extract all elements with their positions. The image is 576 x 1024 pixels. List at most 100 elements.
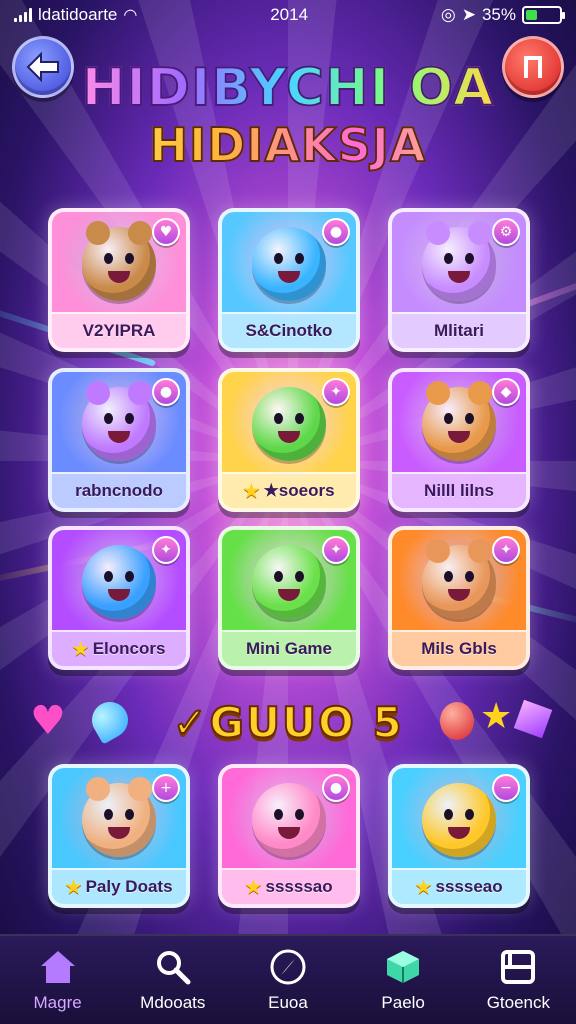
heart-gem-icon: ♥ <box>30 698 66 744</box>
star-icon: ★ <box>72 638 89 659</box>
signal-icon <box>14 8 32 22</box>
star-icon: ★ <box>480 696 513 737</box>
coin-icon: ● <box>322 774 350 802</box>
home-icon <box>36 947 80 987</box>
battery-icon <box>522 6 565 24</box>
character-icon <box>422 381 496 461</box>
purple-gem-icon <box>513 699 553 739</box>
nav-label: Euoa <box>268 993 308 1012</box>
game-card[interactable]: ✦ ★ Eloncors <box>48 526 190 670</box>
game-card[interactable]: − ★ sssseao <box>388 764 530 908</box>
game-title: sssseao <box>435 877 503 896</box>
game-card[interactable]: ⚙ Mlitari <box>388 208 530 352</box>
game-card-label: Mini Game <box>222 630 356 666</box>
game-card[interactable]: ● rabncnodo <box>48 368 190 512</box>
status-bar: ldatidoarte ◠ 2014 ◎ ➤ 35% <box>0 0 576 30</box>
nav-item-box[interactable]: Gtoenck <box>463 947 573 1013</box>
game-title: sssssao <box>265 877 333 896</box>
character-icon <box>422 221 496 301</box>
gear-icon: ⚙ <box>492 218 520 246</box>
game-title: Mils Gbls <box>421 639 497 658</box>
sparkle-icon: ✦ <box>322 378 350 406</box>
game-title: Eloncors <box>92 639 166 658</box>
coin-icon: ● <box>152 378 180 406</box>
character-icon <box>252 387 326 461</box>
game-card-label: Mils Gbls <box>392 630 526 666</box>
star-icon: ★ <box>245 876 262 897</box>
game-title: V2YIPRA <box>82 321 156 340</box>
game-card[interactable]: ✦ Mils Gbls <box>388 526 530 670</box>
wifi-icon: ◠ <box>123 7 138 24</box>
game-card[interactable]: + ★ Paly Doats <box>48 764 190 908</box>
character-icon <box>82 381 156 461</box>
level-title: ✓GUUO 5 <box>171 697 404 748</box>
search-icon <box>151 947 195 987</box>
plus-icon: + <box>152 774 180 802</box>
game-card-label: rabncnodo <box>52 472 186 508</box>
cube-icon <box>381 947 425 987</box>
game-card[interactable]: ✦ ★ ★soeors <box>218 368 360 512</box>
back-button[interactable] <box>12 36 74 98</box>
heart-icon: ♥ <box>152 218 180 246</box>
character-icon <box>422 783 496 857</box>
game-title: Mini Game <box>246 639 332 658</box>
coin-icon: ● <box>322 218 350 246</box>
game-card-label: V2YIPRA <box>52 312 186 348</box>
box-icon <box>496 947 540 987</box>
game-card[interactable]: ● S&Cinotko <box>218 208 360 352</box>
game-card-label: ★ sssssao <box>222 868 356 904</box>
game-card-label: ★ Paly Doats <box>52 868 186 904</box>
bottom-nav: Magre Mdooats Euoa Paelo Gtoenck <box>0 934 576 1024</box>
battery-percent: 35% <box>481 5 516 24</box>
character-icon <box>82 777 156 857</box>
nav-label: Gtoenck <box>486 993 550 1012</box>
level-banner: ♥ ✓GUUO 5 ★ <box>0 692 576 752</box>
carrier-name: ldatidoarte <box>38 5 118 24</box>
game-title-line-2: HIDIAKSJA <box>80 117 496 173</box>
nav-item-home[interactable]: Magre <box>3 947 113 1013</box>
star-icon: ★ <box>243 480 260 501</box>
game-card[interactable]: ♥ V2YIPRA <box>48 208 190 352</box>
sparkle-icon: ✦ <box>152 536 180 564</box>
alarm-icon: ◎ <box>440 5 456 24</box>
music-button[interactable] <box>502 36 564 98</box>
game-title: S&Cinotko <box>245 321 333 340</box>
character-icon <box>82 545 156 619</box>
nav-item-compass[interactable]: Euoa <box>233 947 343 1013</box>
arrow-left-icon <box>26 52 59 82</box>
game-title: Paly Doats <box>85 877 173 896</box>
character-icon <box>422 539 496 619</box>
game-card[interactable]: ◆ Nilll lilns <box>388 368 530 512</box>
music-note-icon <box>524 56 542 78</box>
game-title: Mlitari <box>433 321 485 340</box>
game-title: rabncnodo <box>75 481 163 500</box>
star-icon: ★ <box>65 876 82 897</box>
nav-label: Paelo <box>381 993 425 1012</box>
clock: 2014 <box>270 5 309 24</box>
nav-label: Mdooats <box>140 993 206 1012</box>
location-icon: ➤ <box>461 5 476 24</box>
character-icon <box>82 221 156 301</box>
sparkle-icon: ✦ <box>322 536 350 564</box>
game-title: Nilll lilns <box>424 481 494 500</box>
gem-icon: ◆ <box>492 378 520 406</box>
blue-gem-icon <box>85 695 135 745</box>
game-card-label: Mlitari <box>392 312 526 348</box>
sparkle-icon: ✦ <box>492 536 520 564</box>
game-card-label: ★ ★soeors <box>222 472 356 508</box>
nav-item-cube[interactable]: Paelo <box>348 947 458 1013</box>
character-icon <box>252 227 326 301</box>
nav-item-search[interactable]: Mdooats <box>118 947 228 1013</box>
game-card-label: ★ sssseao <box>392 868 526 904</box>
game-card[interactable]: ● ★ sssssao <box>218 764 360 908</box>
game-title: ★soeors <box>263 481 335 500</box>
game-card[interactable]: ✦ Mini Game <box>218 526 360 670</box>
game-card-label: Nilll lilns <box>392 472 526 508</box>
character-icon <box>252 783 326 857</box>
game-title-line-1: HIDIBYCHI OA <box>81 57 495 119</box>
game-card-label: ★ Eloncors <box>52 630 186 666</box>
game-card-label: S&Cinotko <box>222 312 356 348</box>
compass-icon <box>266 947 310 987</box>
character-icon <box>252 545 326 619</box>
star-icon: ★ <box>415 876 432 897</box>
